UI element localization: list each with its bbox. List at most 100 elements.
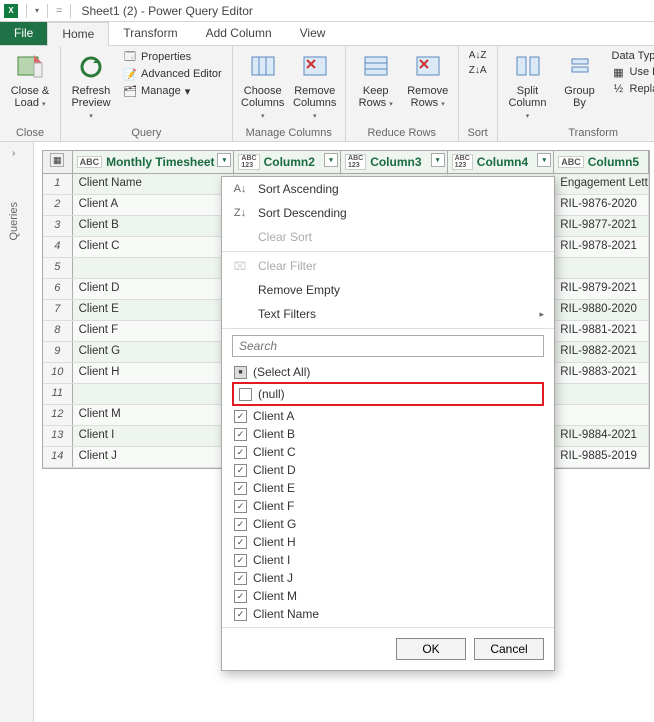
filter-value-checkbox[interactable]: Client D (232, 461, 544, 479)
filter-dropdown-icon[interactable]: ▾ (324, 153, 338, 167)
remove-columns-button[interactable]: RemoveColumns ▾ (291, 49, 339, 125)
cell: Client M (73, 405, 235, 425)
remove-columns-icon (299, 51, 331, 83)
type-any-icon: ABC123 (238, 154, 259, 170)
tab-file[interactable]: File (0, 22, 47, 45)
type-text-icon: ABC (558, 156, 584, 168)
filter-value-checkbox[interactable]: Client E (232, 479, 544, 497)
sort-ascending-item[interactable]: A↓Sort Ascending (222, 177, 554, 201)
cell: RIL-9878-2021 (554, 237, 649, 257)
split-column-button[interactable]: SplitColumn ▾ (504, 49, 552, 125)
filter-dropdown-icon[interactable]: ▾ (431, 153, 445, 167)
sort-asc-button[interactable]: A↓Z (465, 49, 491, 62)
clear-filter-item: ⌧Clear Filter (222, 254, 554, 278)
ribbon: Close &Load ▾ Close RefreshPreview ▾ 🗔Pr… (0, 46, 654, 142)
cancel-button[interactable]: Cancel (474, 638, 544, 660)
column-header-column2[interactable]: ABC123Column2▾ (234, 151, 341, 173)
filter-value-checkbox[interactable]: Client M (232, 587, 544, 605)
sort-desc-icon: Z↓A (469, 65, 487, 76)
select-all-checkbox[interactable]: (Select All) (232, 363, 544, 381)
group-by-icon (564, 51, 596, 83)
tab-view[interactable]: View (286, 22, 340, 45)
sort-asc-icon: A↓Z (469, 50, 487, 61)
sort-descending-item[interactable]: Z↓Sort Descending (222, 201, 554, 225)
remove-empty-item[interactable]: Remove Empty (222, 278, 554, 302)
properties-button[interactable]: 🗔Properties (119, 49, 226, 65)
sort-desc-button[interactable]: Z↓A (465, 64, 491, 77)
row-number: 12 (43, 405, 73, 425)
cell: Client C (73, 237, 235, 257)
qat-dropdown-icon[interactable]: ▾ (35, 6, 39, 15)
null-checkbox[interactable]: (null) (237, 385, 539, 403)
group-by-button[interactable]: GroupBy (556, 49, 604, 111)
close-load-button[interactable]: Close &Load ▾ (6, 49, 54, 113)
column-header-column3[interactable]: ABC123Column3▾ (341, 151, 448, 173)
type-any-icon: ABC123 (345, 154, 366, 170)
filter-value-checkbox[interactable]: Client B (232, 425, 544, 443)
data-type-button[interactable]: Data Type: Te (608, 49, 654, 63)
ribbon-tabs: File Home Transform Add Column View (0, 22, 654, 46)
cell: RIL-9880-2020 (554, 300, 649, 320)
group-transform-label: Transform (504, 127, 654, 139)
cell: RIL-9884-2021 (554, 426, 649, 446)
manage-button[interactable]: 🗂Manage ▾ (119, 83, 226, 99)
column-header-monthly-timesheet[interactable]: ABCMonthly Timesheet▾ (73, 151, 235, 173)
ok-button[interactable]: OK (396, 638, 466, 660)
replace-icon: ½ (612, 82, 626, 96)
cell: Client D (73, 279, 235, 299)
row-number: 8 (43, 321, 73, 341)
column-filter-menu: A↓Sort Ascending Z↓Sort Descending Clear… (221, 176, 555, 671)
row-number: 6 (43, 279, 73, 299)
cell: Client J (73, 447, 235, 467)
type-any-icon: ABC123 (452, 154, 473, 170)
refresh-preview-button[interactable]: RefreshPreview ▾ (67, 49, 115, 125)
remove-rows-button[interactable]: RemoveRows ▾ (404, 49, 452, 113)
cell: Client F (73, 321, 235, 341)
cell (554, 405, 649, 425)
filter-value-checkbox[interactable]: Client Name (232, 605, 544, 623)
filter-value-checkbox[interactable]: Client F (232, 497, 544, 515)
cell: Client Name (73, 174, 235, 194)
row-number: 2 (43, 195, 73, 215)
cell: Client G (73, 342, 235, 362)
filter-search-input[interactable] (232, 335, 544, 357)
filter-value-checkbox[interactable]: Client G (232, 515, 544, 533)
filter-value-checkbox[interactable]: Client J (232, 569, 544, 587)
row-number: 13 (43, 426, 73, 446)
use-first-row-button[interactable]: ▦Use First (608, 64, 654, 80)
keep-rows-button[interactable]: KeepRows ▾ (352, 49, 400, 113)
column-header-column4[interactable]: ABC123Column4▾ (448, 151, 555, 173)
sort-desc-icon: Z↓ (232, 207, 248, 219)
properties-icon: 🗔 (123, 50, 137, 64)
cell: RIL-9885-2019 (554, 447, 649, 467)
filter-value-checkbox[interactable]: Client H (232, 533, 544, 551)
expand-queries-icon[interactable]: › (12, 148, 15, 159)
tab-home[interactable]: Home (47, 22, 109, 46)
clear-filter-icon: ⌧ (232, 260, 248, 273)
filter-dropdown-icon[interactable]: ▾ (537, 153, 551, 167)
filter-value-checkbox[interactable]: Client I (232, 551, 544, 569)
queries-pane: › Queries (0, 142, 34, 722)
column-header-column5[interactable]: ABCColumn5 (554, 151, 649, 173)
cell: RIL-9882-2021 (554, 342, 649, 362)
advanced-editor-button[interactable]: 📝Advanced Editor (119, 66, 226, 82)
tab-add-column[interactable]: Add Column (192, 22, 286, 45)
tab-transform[interactable]: Transform (109, 22, 191, 45)
cell (73, 258, 235, 278)
group-manage-columns-label: Manage Columns (239, 127, 339, 139)
row-header-corner[interactable]: ▦ (43, 151, 73, 173)
sort-asc-icon: A↓ (232, 183, 248, 195)
text-filters-item[interactable]: Text Filters▸ (222, 302, 554, 326)
cell: RIL-9877-2021 (554, 216, 649, 236)
filter-dropdown-icon[interactable]: ▾ (217, 153, 231, 167)
title-bar: X ▾ = Sheet1 (2) - Power Query Editor (0, 0, 654, 22)
replace-values-button[interactable]: ½Replace (608, 81, 654, 97)
row-number: 9 (43, 342, 73, 362)
queries-label: Queries (8, 202, 20, 241)
cell (73, 384, 235, 404)
filter-value-checkbox[interactable]: Client C (232, 443, 544, 461)
choose-columns-button[interactable]: ChooseColumns ▾ (239, 49, 287, 125)
refresh-icon (75, 51, 107, 83)
filter-value-checkbox[interactable]: Client A (232, 407, 544, 425)
qat-separator: = (56, 5, 62, 17)
